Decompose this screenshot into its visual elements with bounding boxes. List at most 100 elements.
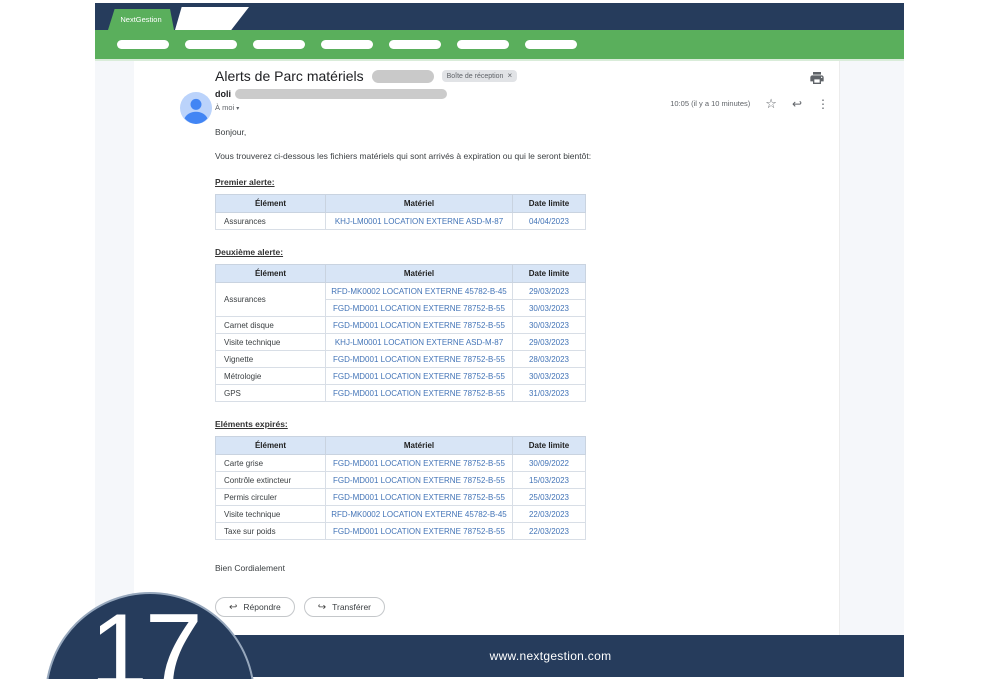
- nav-item-redacted[interactable]: [457, 40, 509, 49]
- materiel-link[interactable]: FGD-MD001 LOCATION EXTERNE 78752-B-55: [326, 385, 513, 402]
- table-row: GPSFGD-MD001 LOCATION EXTERNE 78752-B-55…: [216, 385, 586, 402]
- chevron-down-icon: ▾: [236, 106, 239, 112]
- date-limit-cell: 25/03/2023: [513, 489, 586, 506]
- reply-arrow-icon: ↩: [229, 602, 237, 613]
- actions-row: ↩ Répondre ↪ Transférer: [215, 597, 839, 617]
- materiel-link[interactable]: FGD-MD001 LOCATION EXTERNE 78752-B-55: [326, 317, 513, 334]
- tab-redacted[interactable]: [175, 7, 249, 30]
- table-row: Carnet disqueFGD-MD001 LOCATION EXTERNE …: [216, 317, 586, 334]
- alert-section: Deuxième alerte: ÉlémentMatérielDate limi…: [215, 247, 585, 402]
- app-window: NextGestion Alerts de Parc matériels Boî…: [95, 3, 904, 679]
- reply-button[interactable]: ↩ Répondre: [215, 597, 295, 617]
- element-cell: Visite technique: [216, 506, 326, 523]
- section-title: Premier alerte:: [215, 177, 585, 187]
- forward-arrow-icon: ↪: [318, 602, 326, 613]
- materiel-link[interactable]: KHJ-LM0001 LOCATION EXTERNE ASD-M-87: [326, 213, 513, 230]
- materiel-link[interactable]: RFD-MK0002 LOCATION EXTERNE 45782-B-45: [326, 506, 513, 523]
- table-row: Permis circulerFGD-MD001 LOCATION EXTERN…: [216, 489, 586, 506]
- element-cell: Permis circuler: [216, 489, 326, 506]
- element-cell: Carnet disque: [216, 317, 326, 334]
- sender-avatar[interactable]: [180, 92, 212, 124]
- element-cell: Contrôle extincteur: [216, 472, 326, 489]
- date-limit-cell: 22/03/2023: [513, 523, 586, 540]
- subject-row: Alerts de Parc matériels Boîte de récept…: [215, 68, 839, 84]
- table-row: AssurancesKHJ-LM0001 LOCATION EXTERNE AS…: [216, 213, 586, 230]
- column-header: Date limite: [513, 265, 586, 283]
- column-header: Élément: [216, 437, 326, 455]
- materiel-link[interactable]: FGD-MD001 LOCATION EXTERNE 78752-B-55: [326, 300, 513, 317]
- redacted-subject-text: [372, 70, 434, 83]
- nav-item-redacted[interactable]: [321, 40, 373, 49]
- column-header: Matériel: [326, 437, 513, 455]
- forward-button-label: Transférer: [332, 602, 371, 612]
- alert-section: Eléments expirés: ÉlémentMatérielDate lim…: [215, 419, 585, 540]
- table-row: AssurancesRFD-MK0002 LOCATION EXTERNE 45…: [216, 283, 586, 300]
- label-close-icon[interactable]: ×: [507, 72, 512, 80]
- element-cell: GPS: [216, 385, 326, 402]
- reply-button-label: Répondre: [243, 602, 280, 612]
- browser-title-bar: NextGestion: [95, 3, 904, 30]
- element-cell: Carte grise: [216, 455, 326, 472]
- timestamp: 10:05 (il y a 10 minutes): [670, 99, 750, 108]
- column-header: Élément: [216, 195, 326, 213]
- table-row: Taxe sur poidsFGD-MD001 LOCATION EXTERNE…: [216, 523, 586, 540]
- redacted-sender-address: [235, 89, 447, 99]
- forward-button[interactable]: ↪ Transférer: [304, 597, 385, 617]
- table-row: Visite techniqueRFD-MK0002 LOCATION EXTE…: [216, 506, 586, 523]
- materiel-link[interactable]: FGD-MD001 LOCATION EXTERNE 78752-B-55: [326, 489, 513, 506]
- print-icon[interactable]: [809, 70, 825, 86]
- alert-table: ÉlémentMatérielDate limiteAssurancesKHJ-…: [215, 194, 586, 230]
- content-area: Alerts de Parc matériels Boîte de récept…: [95, 61, 904, 635]
- element-cell: Visite technique: [216, 334, 326, 351]
- inbox-label-chip[interactable]: Boîte de réception ×: [442, 70, 518, 82]
- more-options-icon[interactable]: ⋮: [817, 98, 829, 110]
- date-limit-cell: 29/03/2023: [513, 334, 586, 351]
- intro-text: Vous trouverez ci-dessous les fichiers m…: [215, 151, 839, 161]
- section-title: Deuxième alerte:: [215, 247, 585, 257]
- materiel-link[interactable]: FGD-MD001 LOCATION EXTERNE 78752-B-55: [326, 351, 513, 368]
- star-icon[interactable]: ☆: [765, 97, 777, 110]
- nav-item-redacted[interactable]: [389, 40, 441, 49]
- to-label: À moi: [215, 103, 234, 112]
- nav-item-redacted[interactable]: [185, 40, 237, 49]
- table-row: MétrologieFGD-MD001 LOCATION EXTERNE 787…: [216, 368, 586, 385]
- date-limit-cell: 15/03/2023: [513, 472, 586, 489]
- date-limit-cell: 30/03/2023: [513, 317, 586, 334]
- element-cell: Vignette: [216, 351, 326, 368]
- date-limit-cell: 31/03/2023: [513, 385, 586, 402]
- nav-item-redacted[interactable]: [525, 40, 577, 49]
- table-row: Carte griseFGD-MD001 LOCATION EXTERNE 78…: [216, 455, 586, 472]
- alert-table: ÉlémentMatérielDate limiteAssurancesRFD-…: [215, 264, 586, 402]
- materiel-link[interactable]: RFD-MK0002 LOCATION EXTERNE 45782-B-45: [326, 283, 513, 300]
- date-limit-cell: 29/03/2023: [513, 283, 586, 300]
- section-title: Eléments expirés:: [215, 419, 585, 429]
- nav-item-redacted[interactable]: [117, 40, 169, 49]
- column-header: Matériel: [326, 265, 513, 283]
- materiel-link[interactable]: KHJ-LM0001 LOCATION EXTERNE ASD-M-87: [326, 334, 513, 351]
- reply-icon[interactable]: ↩: [792, 98, 802, 110]
- email-card: Alerts de Parc matériels Boîte de récept…: [134, 61, 840, 635]
- table-row: VignetteFGD-MD001 LOCATION EXTERNE 78752…: [216, 351, 586, 368]
- page: NextGestion Alerts de Parc matériels Boî…: [0, 0, 1000, 679]
- date-limit-cell: 30/09/2022: [513, 455, 586, 472]
- signoff-text: Bien Cordialement: [215, 563, 839, 573]
- greeting-text: Bonjour,: [215, 127, 839, 137]
- element-cell: Métrologie: [216, 368, 326, 385]
- nav-item-redacted[interactable]: [253, 40, 305, 49]
- materiel-link[interactable]: FGD-MD001 LOCATION EXTERNE 78752-B-55: [326, 368, 513, 385]
- table-row: Contrôle extincteurFGD-MD001 LOCATION EX…: [216, 472, 586, 489]
- sender-name: doli: [215, 89, 231, 99]
- alert-sections: Premier alerte:ÉlémentMatérielDate limit…: [215, 177, 585, 540]
- element-cell: Taxe sur poids: [216, 523, 326, 540]
- alert-table: ÉlémentMatérielDate limiteCarte griseFGD…: [215, 436, 586, 540]
- element-cell: Assurances: [216, 213, 326, 230]
- tab-nextgestion[interactable]: NextGestion: [108, 9, 174, 30]
- email-subject: Alerts de Parc matériels: [215, 68, 364, 84]
- column-header: Date limite: [513, 437, 586, 455]
- column-header: Élément: [216, 265, 326, 283]
- materiel-link[interactable]: FGD-MD001 LOCATION EXTERNE 78752-B-55: [326, 472, 513, 489]
- materiel-link[interactable]: FGD-MD001 LOCATION EXTERNE 78752-B-55: [326, 523, 513, 540]
- alert-section: Premier alerte: ÉlémentMatérielDate limit…: [215, 177, 585, 230]
- materiel-link[interactable]: FGD-MD001 LOCATION EXTERNE 78752-B-55: [326, 455, 513, 472]
- date-limit-cell: 22/03/2023: [513, 506, 586, 523]
